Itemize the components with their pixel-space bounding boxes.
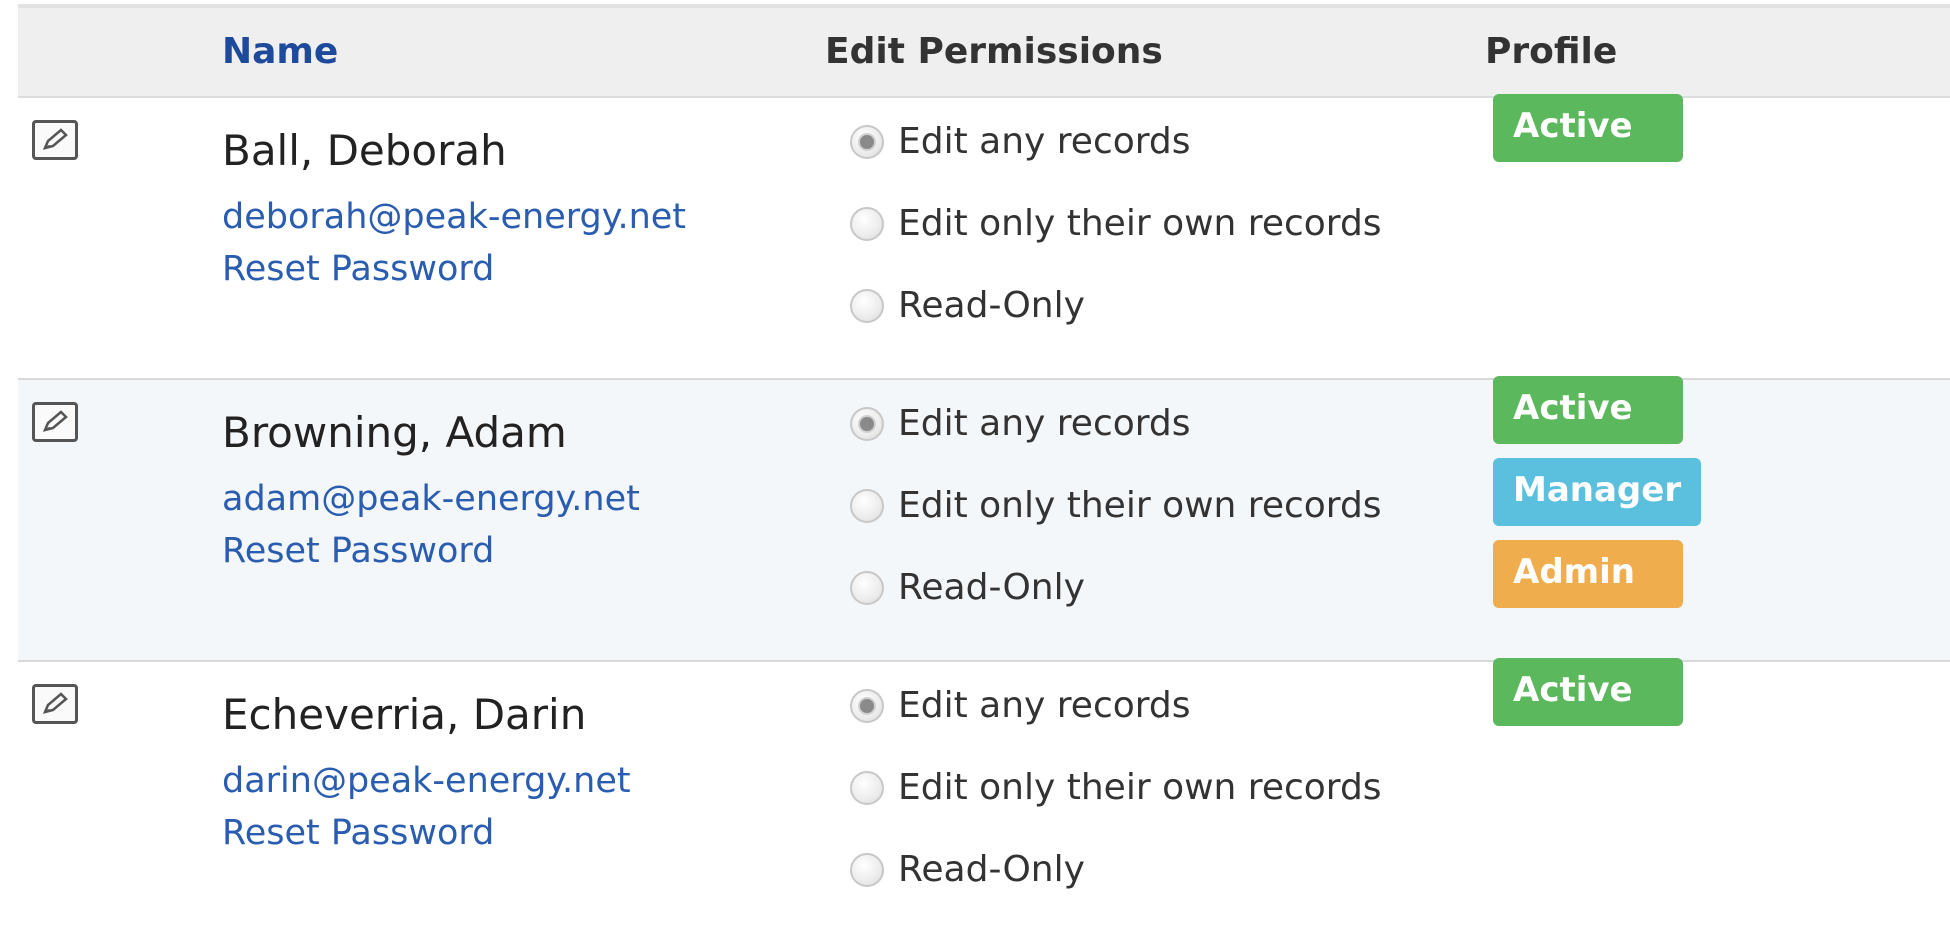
reset-password-link[interactable]: Reset Password — [222, 246, 494, 292]
user-email-link[interactable]: adam@peak-energy.net — [222, 476, 640, 522]
table-row: Ball, Deborah deborah@peak-energy.net Re… — [18, 94, 1950, 380]
users-table: Name Edit Permissions Profile Ball, Debo… — [0, 0, 1950, 930]
user-name: Echeverria, Darin — [222, 690, 587, 739]
radio-edit-any[interactable] — [850, 407, 884, 441]
radio-edit-own[interactable] — [850, 207, 884, 241]
radio-read-only[interactable] — [850, 289, 884, 323]
user-email-link[interactable]: deborah@peak-energy.net — [222, 194, 686, 240]
radio-edit-own[interactable] — [850, 489, 884, 523]
role-badge-manager: Manager — [1493, 458, 1701, 526]
edit-pencil-icon[interactable] — [32, 684, 78, 724]
user-email-link[interactable]: darin@peak-energy.net — [222, 758, 631, 804]
permission-label: Read-Only — [898, 849, 1085, 890]
permission-label: Edit only their own records — [898, 767, 1382, 808]
permission-label: Edit only their own records — [898, 485, 1382, 526]
status-badge-active: Active — [1493, 658, 1683, 726]
header-edit-permissions: Edit Permissions — [825, 31, 1163, 72]
permission-label: Edit any records — [898, 403, 1191, 444]
permission-label: Read-Only — [898, 285, 1085, 326]
table-row: Browning, Adam adam@peak-energy.net Rese… — [18, 376, 1950, 662]
edit-pencil-icon[interactable] — [32, 402, 78, 442]
permission-label: Edit any records — [898, 685, 1191, 726]
status-badge-active: Active — [1493, 376, 1683, 444]
permission-label: Edit any records — [898, 121, 1191, 162]
radio-read-only[interactable] — [850, 853, 884, 887]
reset-password-link[interactable]: Reset Password — [222, 528, 494, 574]
radio-edit-own[interactable] — [850, 771, 884, 805]
header-name[interactable]: Name — [222, 30, 338, 74]
user-name: Ball, Deborah — [222, 126, 507, 175]
permission-label: Edit only their own records — [898, 203, 1382, 244]
radio-edit-any[interactable] — [850, 125, 884, 159]
header-profile: Profile — [1485, 31, 1618, 72]
radio-read-only[interactable] — [850, 571, 884, 605]
reset-password-link[interactable]: Reset Password — [222, 810, 494, 856]
edit-pencil-icon[interactable] — [32, 120, 78, 160]
role-badge-admin: Admin — [1493, 540, 1683, 608]
table-header: Name Edit Permissions Profile — [18, 8, 1950, 98]
radio-edit-any[interactable] — [850, 689, 884, 723]
permission-label: Read-Only — [898, 567, 1085, 608]
user-name: Browning, Adam — [222, 408, 567, 457]
status-badge-active: Active — [1493, 94, 1683, 162]
table-row: Echeverria, Darin darin@peak-energy.net … — [18, 658, 1950, 930]
